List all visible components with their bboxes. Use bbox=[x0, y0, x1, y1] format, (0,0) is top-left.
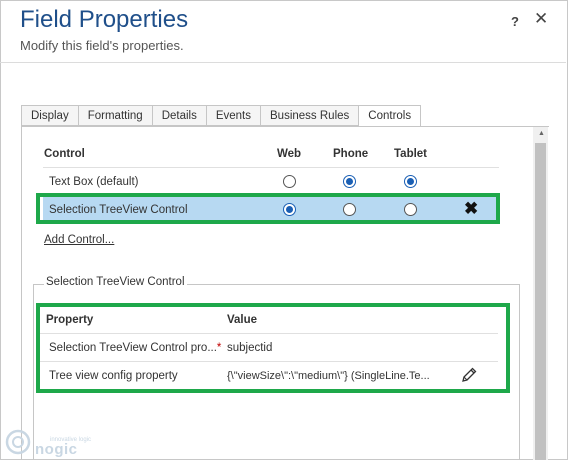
header-divider bbox=[0, 62, 566, 63]
tab-formatting[interactable]: Formatting bbox=[77, 105, 152, 126]
nogic-logo-icon bbox=[4, 428, 32, 461]
column-header-tablet: Tablet bbox=[394, 148, 428, 160]
dialog-title: Field Properties bbox=[20, 6, 189, 33]
column-header-control: Control bbox=[44, 148, 85, 160]
tablet-radio[interactable] bbox=[404, 175, 417, 188]
dialog-subtitle: Modify this field's properties. bbox=[20, 38, 184, 53]
tab-bar: Display Formatting Details Events Busine… bbox=[21, 105, 422, 127]
watermark-brand: nogic bbox=[35, 441, 78, 458]
scroll-up-arrow-icon[interactable]: ▲ bbox=[538, 130, 545, 137]
properties-legend: Selection TreeView Control bbox=[44, 276, 187, 288]
tab-details[interactable]: Details bbox=[151, 105, 206, 126]
add-control-link[interactable]: Add Control... bbox=[44, 234, 114, 246]
highlight-box-properties bbox=[36, 303, 510, 393]
highlight-box-control bbox=[36, 193, 500, 224]
web-radio[interactable] bbox=[283, 175, 296, 188]
scrollbar-thumb[interactable] bbox=[535, 143, 546, 460]
column-header-web: Web bbox=[277, 148, 302, 160]
column-header-phone: Phone bbox=[333, 148, 369, 160]
control-row-name[interactable]: Text Box (default) bbox=[49, 176, 138, 188]
tab-business-rules[interactable]: Business Rules bbox=[260, 105, 359, 126]
tab-display[interactable]: Display bbox=[21, 105, 78, 126]
tab-events[interactable]: Events bbox=[205, 105, 261, 126]
phone-radio[interactable] bbox=[343, 175, 356, 188]
header-row-divider bbox=[43, 167, 499, 168]
tab-controls[interactable]: Controls bbox=[358, 105, 422, 127]
close-button[interactable]: ✕ bbox=[534, 9, 548, 29]
help-button[interactable]: ? bbox=[511, 14, 519, 29]
